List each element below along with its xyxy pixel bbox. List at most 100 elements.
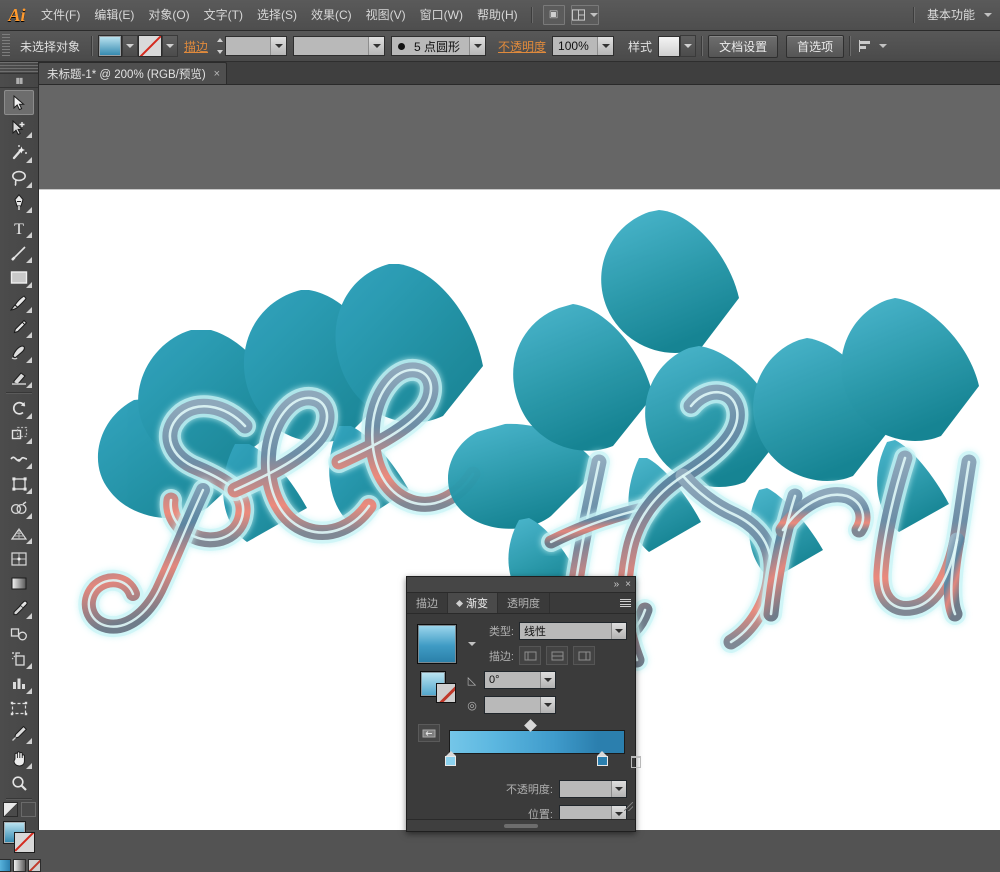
fill-dropdown-arrow[interactable] bbox=[122, 35, 139, 57]
close-icon[interactable]: × bbox=[214, 68, 220, 80]
reverse-gradient-button[interactable] bbox=[418, 724, 441, 742]
gradient-angle-field[interactable]: 0° bbox=[484, 671, 556, 689]
menu-view[interactable]: 视图(V) bbox=[359, 0, 413, 30]
stroke-gradient-along-button[interactable] bbox=[546, 646, 568, 665]
artboard-tool[interactable] bbox=[4, 696, 34, 721]
opacity-field[interactable]: 100% bbox=[552, 36, 615, 56]
tab-stroke[interactable]: 描边 bbox=[407, 593, 448, 613]
stroke-weight-label[interactable]: 描边 bbox=[178, 38, 214, 55]
graphic-style-swatch[interactable] bbox=[658, 35, 681, 57]
delete-stop-icon[interactable] bbox=[630, 756, 641, 768]
stop-opacity-field[interactable] bbox=[559, 780, 627, 798]
gradient-aspect-field[interactable] bbox=[484, 696, 556, 714]
gradient-presets-chevron-icon[interactable] bbox=[468, 641, 476, 646]
selection-tool[interactable] bbox=[4, 90, 34, 115]
fill-swatch[interactable] bbox=[98, 35, 123, 57]
blob-brush-tool[interactable] bbox=[4, 340, 34, 365]
chevron-down-icon[interactable] bbox=[270, 37, 287, 55]
chevron-down-icon[interactable] bbox=[540, 672, 555, 688]
tools-panel-collapse[interactable]: ▮▮ bbox=[0, 74, 38, 88]
document-setup-button[interactable]: 文档设置 bbox=[708, 34, 779, 58]
stroke-swatch[interactable] bbox=[138, 35, 163, 57]
magic-wand-tool[interactable] bbox=[4, 140, 34, 165]
stroke-color-swatch[interactable] bbox=[14, 832, 35, 853]
paintbrush-tool[interactable] bbox=[4, 290, 34, 315]
panel-drag-handle[interactable] bbox=[504, 823, 538, 828]
shape-builder-tool[interactable] bbox=[4, 496, 34, 521]
menu-file[interactable]: 文件(F) bbox=[34, 0, 87, 30]
brush-definition-field[interactable]: 5 点圆形 bbox=[391, 36, 487, 56]
chevron-down-icon[interactable] bbox=[984, 13, 992, 17]
bridge-icon[interactable]: ▣ bbox=[542, 5, 565, 25]
line-segment-tool[interactable] bbox=[4, 240, 34, 265]
menu-edit[interactable]: 编辑(E) bbox=[87, 0, 141, 30]
align-icon[interactable] bbox=[856, 36, 876, 56]
scale-tool[interactable] bbox=[4, 421, 34, 446]
gradient-tool[interactable] bbox=[4, 571, 34, 596]
menu-effect[interactable]: 效果(C) bbox=[304, 0, 359, 30]
width-tool[interactable] bbox=[4, 446, 34, 471]
stroke-profile-field[interactable] bbox=[293, 36, 386, 56]
chevron-down-icon[interactable] bbox=[879, 44, 888, 48]
gradient-type-select[interactable]: 线性 bbox=[519, 622, 627, 640]
gradient-preview-swatch[interactable] bbox=[417, 623, 457, 664]
perspective-grid-tool[interactable] bbox=[4, 521, 34, 546]
pen-tool[interactable] bbox=[4, 190, 34, 215]
rotate-tool[interactable] bbox=[4, 396, 34, 421]
type-tool[interactable]: T bbox=[4, 215, 34, 240]
column-graph-tool[interactable] bbox=[4, 671, 34, 696]
color-mode-button[interactable] bbox=[0, 859, 11, 872]
default-fill-stroke-icon[interactable] bbox=[2, 802, 18, 817]
stroke-gradient-across-button[interactable] bbox=[573, 646, 595, 665]
mesh-tool[interactable] bbox=[4, 546, 34, 571]
tools-panel-grip[interactable] bbox=[0, 62, 38, 74]
gradient-stroke-none-icon[interactable] bbox=[436, 683, 456, 703]
none-mode-button[interactable] bbox=[27, 859, 41, 872]
chevron-down-icon[interactable] bbox=[611, 781, 626, 797]
menu-help[interactable]: 帮助(H) bbox=[470, 0, 525, 30]
preferences-button[interactable]: 首选项 bbox=[786, 34, 845, 58]
gradient-stop-start[interactable] bbox=[445, 751, 457, 766]
document-tab[interactable]: 未标题-1* @ 200% (RGB/预览) × bbox=[38, 62, 228, 84]
gradient-stop-end[interactable] bbox=[596, 751, 608, 766]
close-icon[interactable]: × bbox=[625, 579, 631, 590]
style-dropdown-arrow[interactable] bbox=[680, 35, 697, 57]
stroke-gradient-within-button[interactable] bbox=[519, 646, 541, 665]
slice-tool[interactable] bbox=[4, 721, 34, 746]
panel-resize-grip[interactable] bbox=[624, 802, 633, 811]
chevron-down-icon[interactable] bbox=[540, 697, 555, 713]
tab-transparency[interactable]: 透明度 bbox=[498, 593, 550, 613]
tab-gradient[interactable]: 渐变 bbox=[448, 593, 498, 613]
chevron-down-icon[interactable] bbox=[611, 623, 626, 639]
panel-bottom-bar[interactable] bbox=[407, 819, 635, 831]
stroke-dropdown-arrow[interactable] bbox=[162, 35, 179, 57]
collapse-icon[interactable]: » bbox=[614, 579, 620, 590]
rectangle-tool[interactable] bbox=[4, 265, 34, 290]
menu-window[interactable]: 窗口(W) bbox=[413, 0, 470, 30]
stroke-weight-field[interactable] bbox=[225, 36, 288, 56]
chevron-down-icon[interactable] bbox=[469, 37, 486, 55]
direct-selection-tool[interactable] bbox=[4, 115, 34, 140]
eraser-tool[interactable] bbox=[4, 365, 34, 390]
panel-menu-icon[interactable] bbox=[615, 593, 635, 613]
chevron-down-icon[interactable] bbox=[368, 37, 385, 55]
swap-fill-stroke-icon[interactable] bbox=[20, 802, 36, 817]
gradient-slider[interactable] bbox=[445, 719, 641, 768]
symbol-sprayer-tool[interactable] bbox=[4, 646, 34, 671]
menu-select[interactable]: 选择(S) bbox=[250, 0, 304, 30]
free-transform-tool[interactable] bbox=[4, 471, 34, 496]
panel-title-bar[interactable]: » × bbox=[407, 577, 635, 593]
workspace-switcher[interactable]: 基本功能 bbox=[921, 5, 981, 25]
control-bar-grip[interactable] bbox=[2, 34, 10, 58]
arrange-documents-icon[interactable] bbox=[570, 5, 599, 25]
opacity-label[interactable]: 不透明度 bbox=[492, 38, 552, 55]
gradient-panel[interactable]: » × 描边 渐变 透明度 类型: 线性 描边: ◺ 0° ◎ 不透明度: 位置… bbox=[406, 576, 641, 832]
menu-type[interactable]: 文字(T) bbox=[197, 0, 250, 30]
lasso-tool[interactable] bbox=[4, 165, 34, 190]
hand-tool[interactable] bbox=[4, 746, 34, 771]
chevron-down-icon[interactable] bbox=[597, 37, 614, 55]
menu-object[interactable]: 对象(O) bbox=[141, 0, 196, 30]
eyedropper-tool[interactable] bbox=[4, 596, 34, 621]
gradient-mode-button[interactable] bbox=[12, 859, 26, 872]
pencil-tool[interactable] bbox=[4, 315, 34, 340]
